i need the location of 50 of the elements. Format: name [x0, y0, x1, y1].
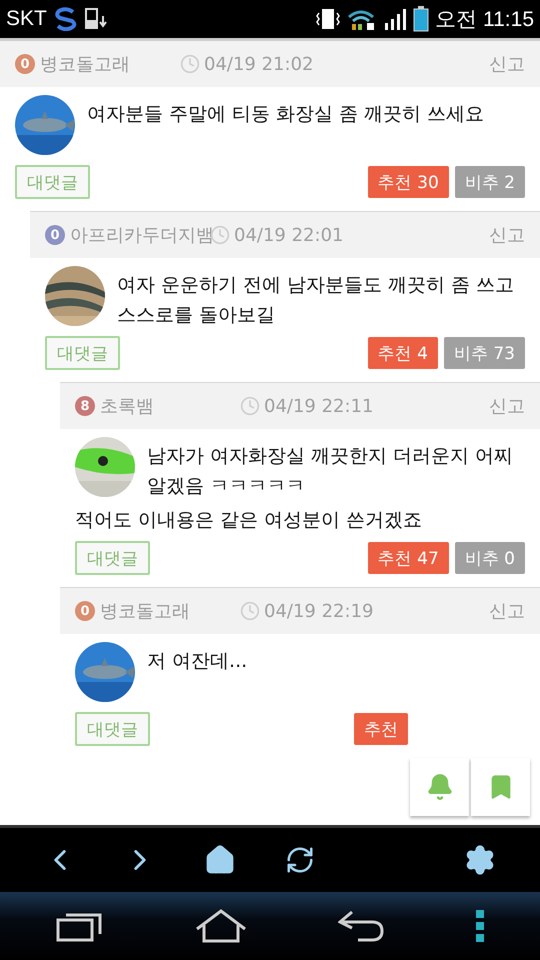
report-link[interactable]: 신고 — [489, 394, 525, 418]
app-logo-icon — [52, 7, 79, 31]
comment-text: 여자분들 주말에 티동 화장실 좀 깨끗히 쓰세요 — [87, 102, 484, 127]
home-icon[interactable] — [194, 909, 246, 943]
level-label: 0 — [45, 225, 65, 245]
report-link[interactable]: 신고 — [489, 52, 525, 76]
carrier-name: SKT — [6, 7, 47, 31]
menu-icon[interactable] — [474, 909, 484, 943]
signal-icon — [383, 7, 408, 31]
author-name[interactable]: 병코돌고래 — [40, 52, 180, 76]
upvote-button[interactable]: 추천 47 — [368, 542, 449, 574]
reply-button[interactable]: 대댓글 — [75, 712, 150, 746]
level-label: 0 — [75, 601, 95, 621]
reply-button[interactable]: 대댓글 — [45, 336, 120, 370]
reply-button[interactable]: 대댓글 — [75, 541, 150, 575]
comment-time: 04/19 22:19 — [264, 600, 374, 622]
comment-text: 여자 운운하기 전에 남자분들도 깨끗히 좀 쓰고 스스로를 돌아보길 — [117, 273, 516, 328]
reply-button[interactable]: 대댓글 — [15, 165, 90, 199]
back-icon[interactable] — [338, 910, 384, 942]
report-link[interactable]: 신고 — [489, 223, 525, 247]
report-link[interactable]: 신고 — [489, 599, 525, 623]
upvote-button[interactable]: 추천 4 — [368, 337, 438, 369]
clock-icon — [210, 225, 230, 245]
comment-time: 04/19 21:02 — [204, 54, 314, 74]
clock-icon — [240, 601, 260, 621]
downvote-button[interactable]: 비추 2 — [454, 166, 525, 198]
level-label: 0 — [15, 54, 35, 74]
clock-icon — [240, 396, 260, 416]
clock-icon — [180, 54, 200, 74]
comment-time: 04/19 22:11 — [264, 396, 374, 416]
author-name[interactable]: 아프리카두더지뱀 — [70, 223, 210, 247]
upvote-button[interactable]: 추천 — [354, 713, 408, 745]
comment-text: 적어도 이내용은 같은 여성분이 쓴거겠죠 — [75, 508, 424, 533]
battery-icon — [413, 6, 430, 32]
vibrate-icon — [315, 7, 342, 31]
comment-text: 저 여잔데... — [147, 649, 248, 674]
downvote-button[interactable]: 비추 0 — [454, 542, 525, 574]
author-name[interactable]: 초록뱀 — [100, 394, 240, 418]
settings-icon — [464, 844, 496, 876]
downvote-button[interactable]: 비추 73 — [444, 337, 525, 369]
comment-time: 04/19 22:01 — [234, 224, 344, 246]
level-label: 8 — [75, 396, 95, 416]
refresh-icon — [285, 845, 315, 875]
upvote-button[interactable]: 추천 30 — [368, 166, 449, 198]
download-icon — [84, 8, 109, 30]
comment-text: 남자가 여자화장실 깨끗한지 더러운지 어찌알겠음 ㅋㅋㅋㅋㅋ — [147, 444, 514, 499]
house-icon — [204, 844, 236, 876]
author-name[interactable]: 병코돌고래 — [100, 599, 240, 623]
clock-time: 오전 11:15 — [435, 7, 534, 33]
bell-icon — [426, 773, 454, 801]
